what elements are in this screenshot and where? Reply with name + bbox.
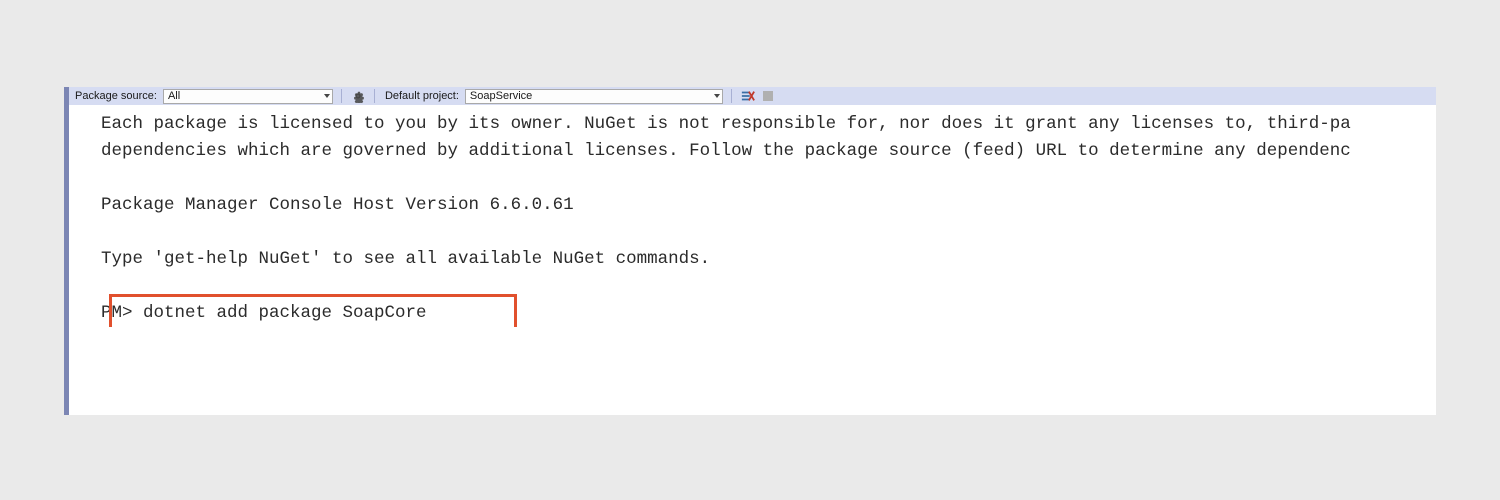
package-source-label: Package source:	[73, 90, 159, 102]
console-prompt: PM>	[101, 303, 143, 323]
package-manager-console-panel: Package source: All Default project: Soa…	[64, 87, 1436, 415]
default-project-value: SoapService	[470, 90, 532, 102]
console-line: Each package is licensed to you by its o…	[101, 114, 1351, 134]
console-command-input[interactable]: dotnet add package SoapCore	[143, 303, 427, 323]
package-source-value: All	[168, 90, 180, 102]
console-line: Package Manager Console Host Version 6.6…	[101, 195, 574, 215]
console-toolbar: Package source: All Default project: Soa…	[69, 87, 1436, 105]
chevron-down-icon	[714, 94, 720, 98]
console-output[interactable]: Each package is licensed to you by its o…	[69, 105, 1436, 327]
gear-icon	[351, 89, 365, 103]
toolbar-separator	[341, 89, 342, 103]
default-project-label: Default project:	[383, 90, 461, 102]
console-prompt-line: PM> dotnet add package SoapCore	[101, 300, 427, 327]
console-line: dependencies which are governed by addit…	[101, 141, 1351, 161]
console-line: Type 'get-help NuGet' to see all availab…	[101, 249, 710, 269]
chevron-down-icon	[324, 94, 330, 98]
clear-icon	[741, 89, 755, 103]
toolbar-separator	[374, 89, 375, 103]
default-project-dropdown[interactable]: SoapService	[465, 89, 723, 104]
clear-console-button[interactable]	[740, 88, 756, 104]
settings-button[interactable]	[350, 88, 366, 104]
toolbar-separator	[731, 89, 732, 103]
stop-icon	[763, 91, 773, 101]
package-source-dropdown[interactable]: All	[163, 89, 333, 104]
stop-button[interactable]	[760, 88, 776, 104]
